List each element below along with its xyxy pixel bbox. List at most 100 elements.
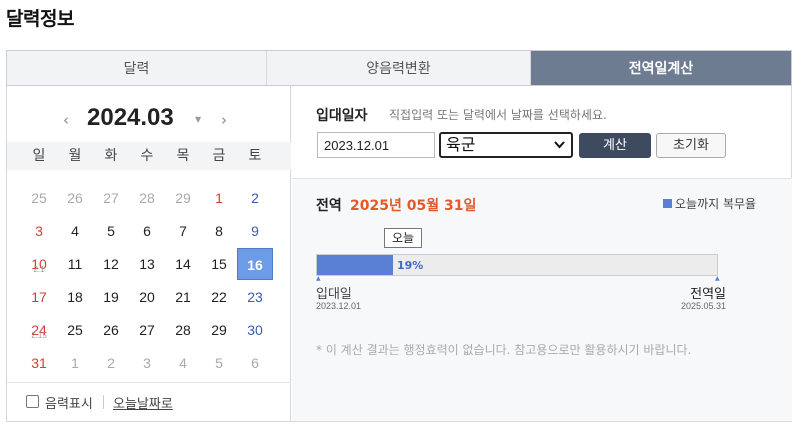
- enlist-date-label: 입대일자: [316, 108, 368, 124]
- day-number: 25: [31, 190, 47, 206]
- day-number: 3: [143, 355, 151, 371]
- calendar-day[interactable]: 5: [201, 347, 237, 379]
- day-number: 28: [139, 190, 155, 206]
- tab-calendar[interactable]: 달력: [7, 51, 267, 85]
- calendar-header: ‹ 2024.03 ▼ ›: [7, 102, 291, 138]
- lunar-checkbox-label[interactable]: 음력표시: [45, 393, 93, 412]
- calendar-day[interactable]: 25: [21, 182, 57, 214]
- calendar-day[interactable]: 29: [201, 314, 237, 346]
- calendar-day[interactable]: 2: [237, 182, 273, 214]
- calendar-day[interactable]: 26: [93, 314, 129, 346]
- calendar-day[interactable]: 3: [129, 347, 165, 379]
- legend-swatch: [663, 199, 672, 208]
- day-number: 16: [247, 257, 263, 273]
- calendar-day[interactable]: 23: [237, 281, 273, 313]
- tab-lunar-convert[interactable]: 양음력변환: [267, 51, 531, 85]
- divider: [103, 395, 104, 409]
- day-number: 25: [67, 322, 83, 338]
- go-today-link[interactable]: 오늘날짜로: [113, 393, 173, 412]
- year-month-selector[interactable]: 2024.03: [87, 104, 174, 132]
- calendar-day[interactable]: 5: [93, 215, 129, 247]
- calendar-footer: 음력표시 오늘날짜로: [7, 382, 291, 421]
- day-number: 5: [107, 223, 115, 239]
- day-number: 4: [71, 223, 79, 239]
- calendar-day[interactable]: 3: [21, 215, 57, 247]
- calendar-day[interactable]: 8: [201, 215, 237, 247]
- calendar-day[interactable]: 29: [165, 182, 201, 214]
- branch-select-value: 육군: [446, 135, 476, 154]
- service-progress-bar: 19%: [316, 254, 718, 276]
- day-number: 27: [103, 190, 119, 206]
- caret-down-icon[interactable]: ▼: [195, 115, 201, 124]
- calendar-day[interactable]: 27: [93, 182, 129, 214]
- day-number: 28: [175, 322, 191, 338]
- calendar-day[interactable]: 10 2.1: [21, 248, 57, 280]
- day-number: 15: [211, 256, 227, 272]
- calendar-day[interactable]: 20: [129, 281, 165, 313]
- day-number: 22: [211, 289, 227, 305]
- lunar-checkbox[interactable]: [26, 395, 39, 408]
- calendar-day[interactable]: 7: [165, 215, 201, 247]
- start-date: 2023.12.01: [316, 301, 362, 311]
- day-number: 20: [139, 289, 155, 305]
- reset-button[interactable]: 초기화: [656, 133, 726, 158]
- calendar-day-today[interactable]: 16: [237, 248, 273, 280]
- day-number: 26: [103, 322, 119, 338]
- branch-select[interactable]: 육군: [439, 132, 573, 158]
- calendar-day[interactable]: 4: [57, 215, 93, 247]
- start-label: 입대일: [316, 287, 352, 302]
- calendar-day[interactable]: 17: [21, 281, 57, 313]
- day-number: 29: [211, 322, 227, 338]
- calendar-day[interactable]: 15: [201, 248, 237, 280]
- calendar-day[interactable]: 18: [57, 281, 93, 313]
- calendar-day[interactable]: 4: [165, 347, 201, 379]
- day-number: 11: [67, 256, 83, 272]
- weekday-tue: 화: [104, 148, 118, 164]
- day-number: 19: [103, 289, 119, 305]
- lunar-date-note: 2.1: [33, 265, 45, 274]
- day-number: 14: [175, 256, 191, 272]
- calendar-day[interactable]: 11: [57, 248, 93, 280]
- calendar-day[interactable]: 28: [129, 182, 165, 214]
- calendar-day[interactable]: 2: [93, 347, 129, 379]
- day-number: 30: [247, 322, 263, 338]
- calendar-day[interactable]: 1: [201, 182, 237, 214]
- chevron-right-icon[interactable]: ›: [216, 112, 232, 128]
- calendar-day[interactable]: 6: [129, 215, 165, 247]
- calendar-day[interactable]: 14: [165, 248, 201, 280]
- calendar-day[interactable]: 27: [129, 314, 165, 346]
- calendar-day[interactable]: 24 2.15: [21, 314, 57, 346]
- calendar-day[interactable]: 9: [237, 215, 273, 247]
- calendar-day[interactable]: 28: [165, 314, 201, 346]
- calendar-day[interactable]: 30: [237, 314, 273, 346]
- weekday-sun: 일: [32, 148, 46, 164]
- calendar-day[interactable]: 31: [21, 347, 57, 379]
- calendar-day[interactable]: 21: [165, 281, 201, 313]
- calendar-day[interactable]: 12: [93, 248, 129, 280]
- tab-discharge-calc[interactable]: 전역일계산: [531, 51, 791, 85]
- day-number: 1: [215, 190, 223, 206]
- day-number: 1: [71, 355, 79, 371]
- tab-bar: 달력 양음력변환 전역일계산: [6, 50, 792, 86]
- calendar-day[interactable]: 22: [201, 281, 237, 313]
- calendar-day[interactable]: 13: [129, 248, 165, 280]
- calendar: ‹ 2024.03 ▼ › 일 월 화 수 목 금 토 25 26 27 28 29 1 2…: [7, 86, 291, 421]
- day-number: 18: [67, 289, 83, 305]
- calendar-day[interactable]: 19: [93, 281, 129, 313]
- chevron-left-icon[interactable]: ‹: [58, 112, 74, 128]
- weekday-mon: 월: [68, 148, 82, 164]
- day-number: 2: [251, 190, 259, 206]
- calendar-day[interactable]: 6: [237, 347, 273, 379]
- chevron-down-icon: [554, 141, 565, 149]
- disclaimer-text: * 이 계산 결과는 행정효력이 없습니다. 참고용으로만 활용하시기 바랍니다…: [316, 343, 692, 357]
- day-number: 7: [179, 223, 187, 239]
- enlist-date-input[interactable]: [317, 132, 435, 158]
- day-number: 27: [139, 322, 155, 338]
- calculate-button[interactable]: 계산: [579, 133, 651, 158]
- calendar-day[interactable]: 26: [57, 182, 93, 214]
- calendar-day[interactable]: 25: [57, 314, 93, 346]
- day-number: 2: [107, 355, 115, 371]
- calendar-day[interactable]: 1: [57, 347, 93, 379]
- page-title: 달력정보: [6, 8, 74, 30]
- day-number: 31: [31, 355, 47, 371]
